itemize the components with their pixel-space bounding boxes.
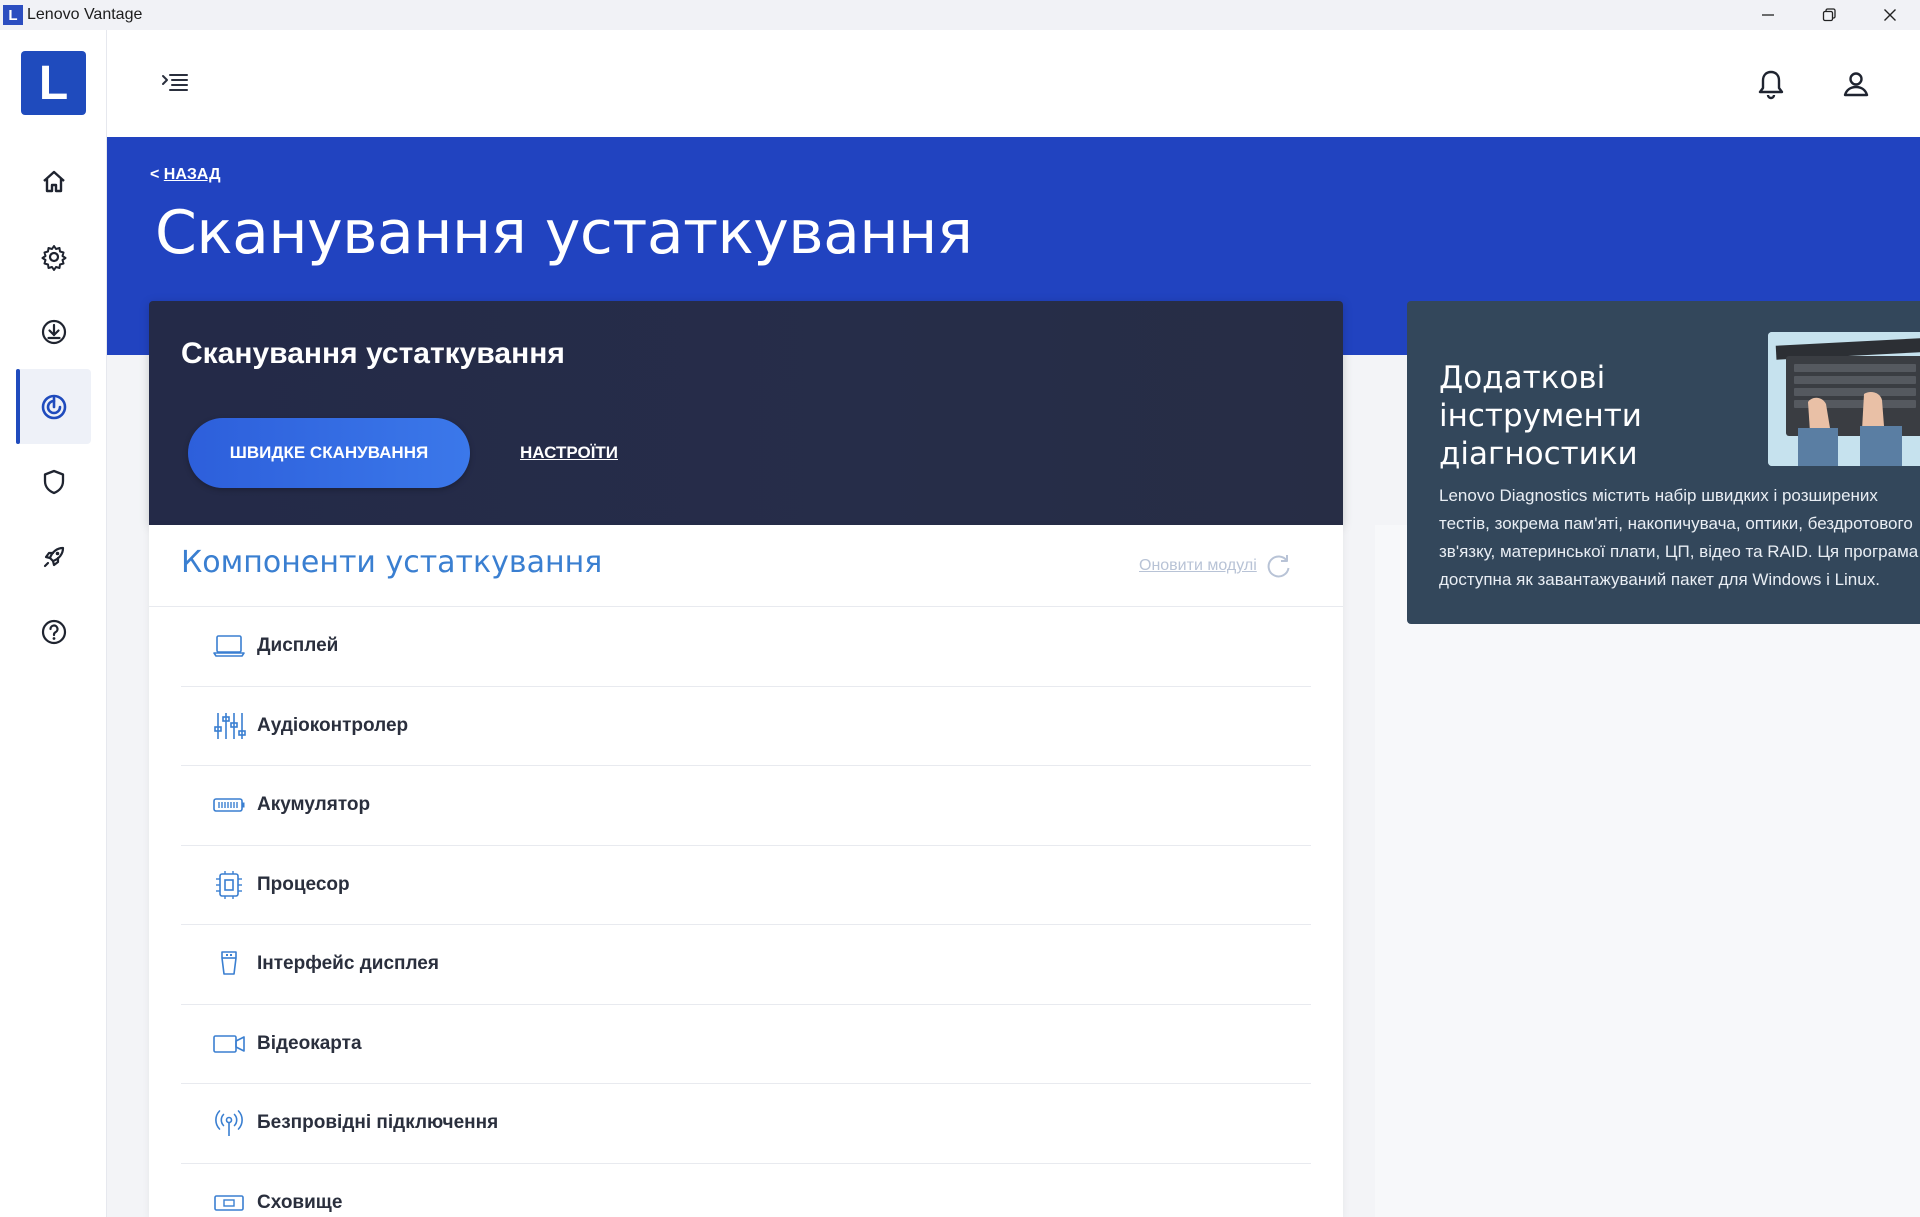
shield-icon: [43, 469, 64, 494]
close-icon: [1883, 9, 1896, 21]
components-list: Дисплей Аудіоконтролер Акумулятор Процес…: [181, 607, 1311, 1217]
list-item-label: Безпровідні підключення: [257, 1112, 499, 1134]
restore-button[interactable]: [1798, 0, 1859, 30]
scan-card: Сканування устаткування ШВИДКЕ СКАНУВАНН…: [149, 301, 1343, 525]
rocket-icon: [43, 546, 64, 567]
display-connector-icon: [211, 948, 247, 980]
user-account-icon[interactable]: [1840, 68, 1872, 100]
list-item-label: Сховище: [257, 1191, 343, 1213]
laptop-typing-image: [1768, 332, 1920, 466]
info-card-text: Lenovo Diagnostics містить набір швидких…: [1439, 482, 1920, 594]
menu-toggle-icon[interactable]: [161, 70, 191, 96]
wireless-icon: [211, 1107, 247, 1139]
list-item-label: Аудіоконтролер: [257, 714, 409, 736]
list-item[interactable]: Акумулятор: [181, 766, 1311, 846]
hardware-scan-icon: [41, 394, 66, 419]
info-text-line: доступна як завантажуваний пакет для Win…: [1439, 570, 1880, 589]
quick-scan-button[interactable]: ШВИДКЕ СКАНУВАННЯ: [188, 418, 470, 488]
customize-link[interactable]: НАСТРОЇТИ: [520, 443, 618, 463]
list-item[interactable]: Сховище: [181, 1164, 1311, 1217]
battery-icon: [211, 789, 247, 821]
right-column: [1375, 525, 1920, 1217]
list-item[interactable]: Відеокарта: [181, 1005, 1311, 1084]
info-text-line: зв'язку, материнської плати, ЦП, відео т…: [1439, 542, 1919, 561]
scan-card-title: Сканування устаткування: [181, 337, 565, 370]
gear-icon: [41, 244, 66, 271]
sidebar-item-hardware-scan[interactable]: [16, 369, 91, 444]
info-text-line: тестів, зокрема пам'яті, накопичувача, о…: [1439, 514, 1913, 533]
list-item-label: Дисплей: [257, 635, 339, 657]
components-title: Компоненти устаткування: [181, 545, 603, 580]
list-item-label: Акумулятор: [257, 794, 371, 816]
sidebar-item-boost[interactable]: [16, 519, 91, 594]
laptop-icon: [211, 630, 247, 662]
cpu-icon: [211, 869, 247, 901]
diagnostics-info-card[interactable]: Додаткові інструменти діагностики Lenovo…: [1407, 301, 1920, 624]
close-button[interactable]: [1859, 0, 1920, 30]
top-bar: [107, 30, 1920, 137]
refresh-modules-label: Оновити модулі: [1139, 557, 1257, 574]
list-item[interactable]: Інтерфейс дисплея: [181, 925, 1311, 1005]
sidebar-item-settings[interactable]: [16, 219, 91, 294]
components-header: Компоненти устаткування Оновити модулі: [149, 525, 1343, 607]
back-link-label: НАЗАД: [163, 166, 221, 183]
app-badge-icon: L: [3, 5, 23, 25]
back-link[interactable]: < НАЗАД: [150, 166, 220, 184]
list-item[interactable]: Процесор: [181, 846, 1311, 925]
sidebar-item-security[interactable]: [16, 444, 91, 519]
laptop-illustration: [1768, 332, 1920, 466]
window-title: Lenovo Vantage: [27, 6, 143, 23]
video-camera-icon: [211, 1028, 247, 1060]
sidebar-item-home[interactable]: [16, 144, 91, 219]
page-title: Сканування устаткування: [155, 198, 973, 268]
hardware-components-panel: Компоненти устаткування Оновити модулі Д…: [149, 525, 1343, 1217]
audio-mixer-icon: [211, 710, 247, 742]
help-icon: [41, 619, 66, 644]
info-text-line: Lenovo Diagnostics містить набір швидких…: [1439, 486, 1878, 505]
list-item-label: Відеокарта: [257, 1032, 362, 1054]
restore-icon: [1822, 8, 1836, 22]
list-item-label: Процесор: [257, 873, 350, 895]
back-arrow: <: [150, 166, 160, 183]
minimize-icon: [1761, 14, 1774, 16]
sidebar: L: [0, 30, 107, 1217]
list-item[interactable]: Дисплей: [181, 607, 1311, 687]
refresh-modules-button[interactable]: Оновити модулі: [1139, 552, 1293, 580]
info-card-title: Додаткові інструменти діагностики: [1439, 360, 1642, 472]
list-item[interactable]: Безпровідні підключення: [181, 1084, 1311, 1164]
title-bar: L Lenovo Vantage: [0, 0, 1920, 30]
download-icon: [41, 319, 66, 344]
storage-icon: [211, 1187, 247, 1217]
sidebar-item-help[interactable]: [16, 594, 91, 669]
list-item[interactable]: Аудіоконтролер: [181, 687, 1311, 766]
sidebar-item-downloads[interactable]: [16, 294, 91, 369]
bell-icon[interactable]: [1756, 68, 1786, 100]
lenovo-logo[interactable]: L: [21, 51, 86, 115]
logo-letter: L: [38, 56, 69, 110]
window-controls: [1737, 0, 1920, 30]
list-item-label: Інтерфейс дисплея: [257, 953, 439, 975]
refresh-icon: [1267, 555, 1290, 578]
home-icon: [42, 170, 65, 192]
minimize-button[interactable]: [1737, 0, 1798, 30]
